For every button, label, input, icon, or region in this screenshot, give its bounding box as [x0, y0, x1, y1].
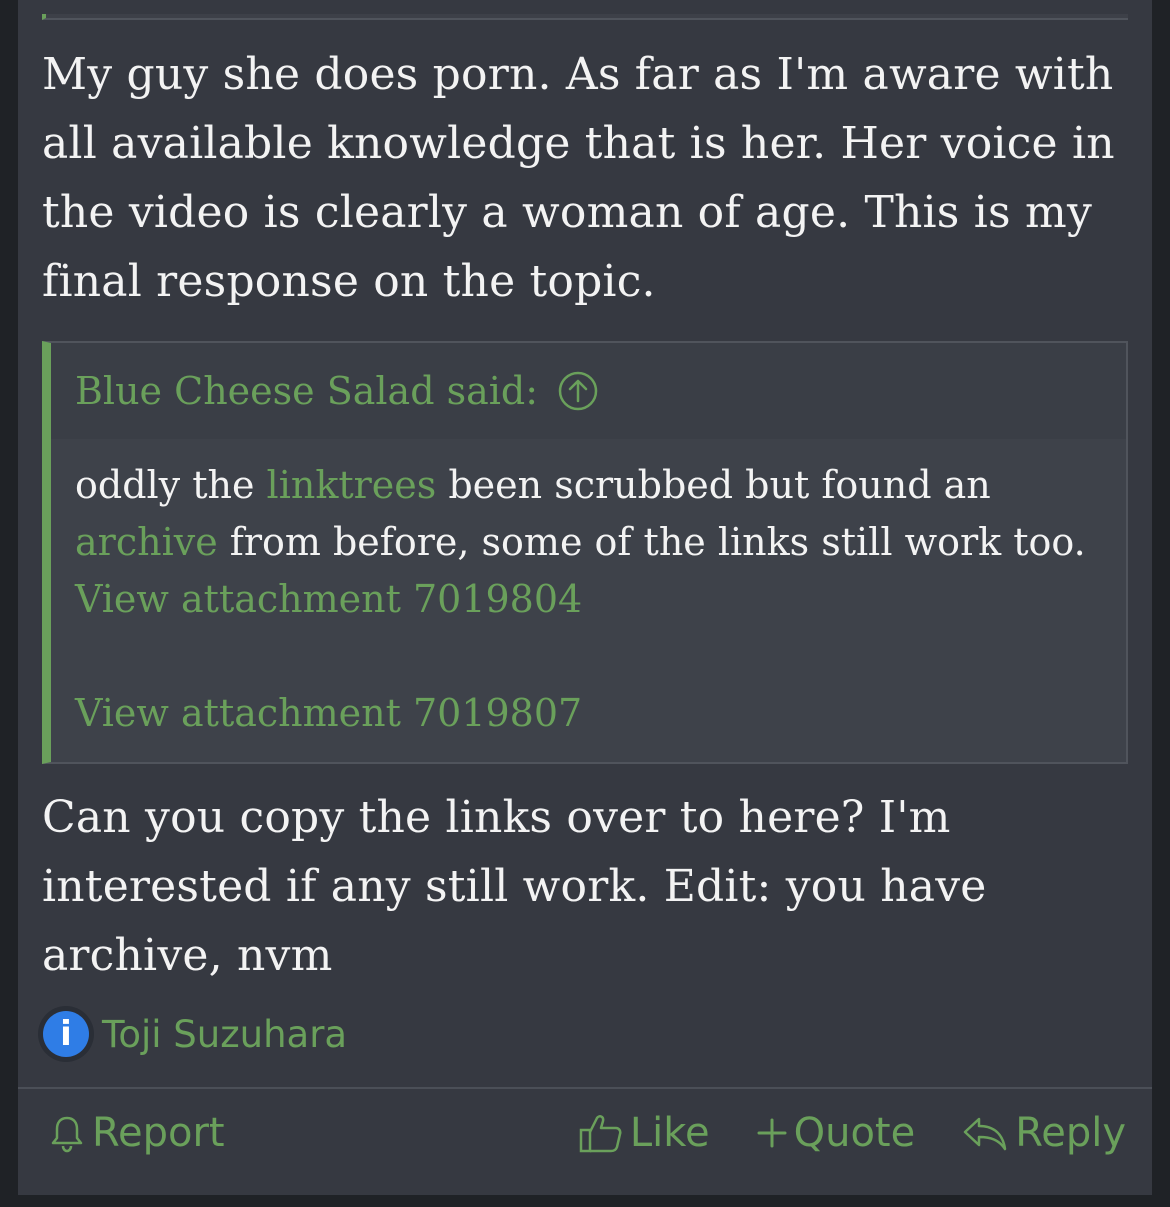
like-label: Like	[629, 1110, 710, 1156]
reply-button[interactable]: Reply	[961, 1110, 1126, 1156]
post-actions-right: Like Quote Reply	[578, 1103, 1126, 1163]
thumbs-up-icon	[579, 1115, 622, 1153]
archive-link[interactable]: archive	[75, 520, 218, 564]
reply-label: Reply	[1015, 1110, 1126, 1156]
report-button[interactable]: Report	[48, 1110, 225, 1156]
post-reply-text: Can you copy the links over to here? I'm…	[42, 792, 987, 981]
attachment-spacer	[75, 628, 1102, 685]
footer-divider	[18, 1087, 1152, 1089]
quote-button[interactable]: Quote	[756, 1110, 916, 1156]
reaction-user-link[interactable]: Toji Suzuhara	[102, 1013, 347, 1056]
previous-quote-edge	[42, 14, 1128, 20]
report-label: Report	[92, 1110, 225, 1156]
quote-text-part: been scrubbed but found an	[436, 463, 991, 507]
quote-content: oddly the linktrees been scrubbed but fo…	[51, 439, 1126, 742]
like-button[interactable]: Like	[578, 1110, 710, 1156]
quote-text: oddly the linktrees been scrubbed but fo…	[75, 457, 1102, 571]
reaction-bar[interactable]: i Toji Suzuhara	[38, 1006, 347, 1062]
quote-text-part: oddly the	[75, 463, 267, 507]
quote-text-part: from before, some of the links still wor…	[217, 520, 1086, 564]
post-message-text: My guy she does porn. As far as I'm awar…	[42, 49, 1115, 307]
attachment-link-2[interactable]: View attachment 7019807	[75, 685, 1102, 742]
info-icon: i	[38, 1006, 94, 1062]
quote-label: Quote	[793, 1110, 916, 1156]
page: My guy she does porn. As far as I'm awar…	[0, 0, 1170, 1207]
quote-author[interactable]: Blue Cheese Salad said:	[75, 369, 538, 413]
arrow-up-circle-icon[interactable]	[558, 371, 598, 411]
quote-block: Blue Cheese Salad said: oddly the linktr…	[42, 341, 1128, 764]
plus-icon	[757, 1118, 787, 1148]
attachment-link-1[interactable]: View attachment 7019804	[75, 571, 1102, 628]
post-actions-left: Report	[48, 1103, 225, 1163]
reply-arrow-icon	[963, 1117, 1007, 1151]
forum-post: My guy she does porn. As far as I'm awar…	[18, 0, 1152, 1195]
linktrees-link[interactable]: linktrees	[267, 463, 437, 507]
quote-header[interactable]: Blue Cheese Salad said:	[51, 343, 1126, 439]
bell-icon	[51, 1116, 83, 1153]
